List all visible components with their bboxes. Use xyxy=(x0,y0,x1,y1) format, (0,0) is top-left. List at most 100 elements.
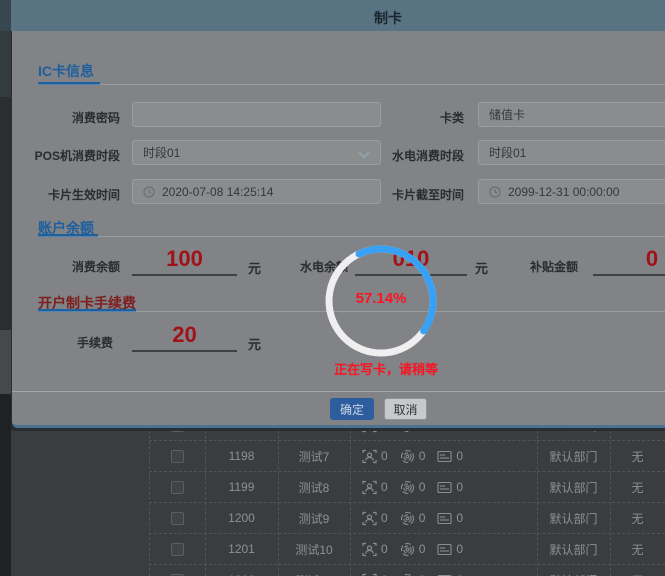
utility-period-select[interactable]: 时段01 xyxy=(478,140,665,165)
face-count: 0 xyxy=(381,511,388,525)
fingerprint-count: 0 xyxy=(419,431,426,432)
pos-period-select[interactable]: 时段01 xyxy=(132,140,381,165)
end-time-label: 卡片截至时间 xyxy=(364,186,464,203)
password-input[interactable] xyxy=(143,108,370,122)
fingerprint-icon xyxy=(400,542,415,557)
card-count: 0 xyxy=(456,542,463,556)
card-count: 0 xyxy=(456,449,463,463)
card-count: 0 xyxy=(456,480,463,494)
row-checkbox[interactable] xyxy=(171,431,184,432)
row-extra: 无 xyxy=(610,448,665,465)
row-extra: 无 xyxy=(610,431,665,434)
end-time-input[interactable]: 2099-12-31 00:00:00 xyxy=(478,179,665,204)
fee-value: 20 xyxy=(132,322,237,348)
section-divider xyxy=(38,236,665,237)
utility-period-value: 时段01 xyxy=(489,144,526,161)
row-department: 默认部门 xyxy=(537,572,610,576)
row-id: 1199 xyxy=(205,480,278,494)
column-divider xyxy=(350,431,351,576)
table-rows: 0 0 0 默认部门 无 1198 测试7 xyxy=(149,431,665,576)
footer-divider xyxy=(12,391,665,392)
column-divider xyxy=(205,431,206,576)
table-row: 1198 测试7 0 0 xyxy=(149,441,665,472)
background-panel xyxy=(11,431,149,576)
row-checkbox[interactable] xyxy=(171,512,184,525)
fingerprint-count: 0 xyxy=(419,480,426,494)
utility-balance-unit: 元 xyxy=(475,258,488,277)
fingerprint-icon xyxy=(400,480,415,495)
row-name: 测试11 xyxy=(278,572,350,576)
consume-balance-value: 100 xyxy=(132,246,237,272)
password-label: 消费密码 xyxy=(20,109,120,126)
face-count: 0 xyxy=(381,542,388,556)
page-left-edge xyxy=(0,394,11,576)
row-extra: 无 xyxy=(610,541,665,558)
end-time-value: 2099-12-31 00:00:00 xyxy=(508,185,619,199)
card-icon xyxy=(437,512,452,525)
card-icon xyxy=(437,481,452,494)
value-underline xyxy=(593,274,665,276)
column-divider xyxy=(610,431,611,576)
face-count: 0 xyxy=(381,431,388,432)
clock-icon xyxy=(489,186,501,198)
row-checkbox[interactable] xyxy=(171,481,184,494)
start-time-label: 卡片生效时间 xyxy=(20,186,120,203)
table-row: 1200 测试9 0 0 xyxy=(149,503,665,534)
background-table: 0 0 0 默认部门 无 1198 测试7 xyxy=(149,431,665,576)
face-scan-icon xyxy=(362,449,377,464)
fee-label: 手续费 xyxy=(25,334,113,351)
ok-button[interactable]: 确定 xyxy=(330,398,374,420)
pos-period-label: POS机消费时段 xyxy=(20,147,120,164)
row-id: 1200 xyxy=(205,511,278,525)
column-divider xyxy=(278,431,279,576)
password-input-wrap xyxy=(132,102,381,127)
card-type-label: 卡类 xyxy=(364,109,464,126)
pos-period-value: 时段01 xyxy=(143,144,180,161)
value-underline xyxy=(132,350,237,352)
row-id: 1198 xyxy=(205,449,278,463)
row-id: 1201 xyxy=(205,542,278,556)
card-count: 0 xyxy=(456,431,463,432)
clock-icon xyxy=(143,186,155,198)
face-scan-icon xyxy=(362,542,377,557)
table-row: 1201 测试10 0 0 xyxy=(149,534,665,565)
screen: 制卡 IC卡信息 消费密码 卡类 储值卡 POS机消费时段 时段01 水电消费时… xyxy=(0,0,665,576)
row-extra: 无 xyxy=(610,572,665,576)
page-left-edge xyxy=(0,97,11,330)
table-row: 1202 测试11 0 0 xyxy=(149,565,665,576)
column-divider xyxy=(149,431,150,576)
row-department: 默认部门 xyxy=(537,431,610,434)
dialog-header: 制卡 xyxy=(11,0,665,31)
section-divider xyxy=(38,84,665,85)
fingerprint-count: 0 xyxy=(419,511,426,525)
fingerprint-icon xyxy=(400,449,415,464)
face-scan-icon xyxy=(362,431,377,433)
row-name: 测试9 xyxy=(278,510,350,527)
row-department: 默认部门 xyxy=(537,541,610,558)
value-underline xyxy=(132,274,237,276)
subsidy-label: 补贴金额 xyxy=(490,258,578,275)
consume-balance-label: 消费余额 xyxy=(32,258,120,275)
row-name: 测试10 xyxy=(278,541,350,558)
fingerprint-icon xyxy=(400,573,415,576)
cancel-button[interactable]: 取消 xyxy=(384,398,427,420)
column-divider xyxy=(537,431,538,576)
start-time-input[interactable]: 2020-07-08 14:25:14 xyxy=(132,179,381,204)
card-type-value: 储值卡 xyxy=(489,106,525,123)
card-type-input[interactable]: 储值卡 xyxy=(478,102,665,127)
fingerprint-icon xyxy=(400,511,415,526)
face-count: 0 xyxy=(381,480,388,494)
card-icon xyxy=(437,450,452,463)
section-title-ic-info: IC卡信息 xyxy=(38,61,94,81)
utility-period-label: 水电消费时段 xyxy=(364,147,464,164)
fingerprint-count: 0 xyxy=(419,449,426,463)
dialog-title: 制卡 xyxy=(374,8,402,28)
fingerprint-count: 0 xyxy=(419,542,426,556)
row-checkbox[interactable] xyxy=(171,543,184,556)
face-scan-icon xyxy=(362,480,377,495)
subsidy-value: 0 xyxy=(593,246,665,272)
page-left-edge xyxy=(0,31,11,97)
row-checkbox[interactable] xyxy=(171,450,184,463)
row-department: 默认部门 xyxy=(537,448,610,465)
face-scan-icon xyxy=(362,511,377,526)
